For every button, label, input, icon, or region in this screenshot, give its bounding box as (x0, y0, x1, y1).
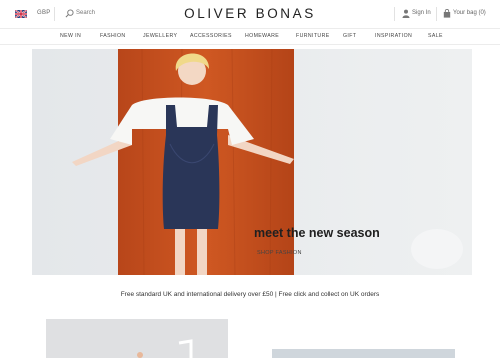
delivery-banner[interactable]: Free standard UK and international deliv… (0, 291, 500, 298)
nav-item-homeware[interactable]: HOMEWARE (245, 33, 279, 39)
hero-shop-link[interactable]: SHOP FASHION (257, 250, 302, 256)
nav-divider (0, 44, 500, 45)
nav-item-gift[interactable]: GIFT (343, 33, 356, 39)
sign-in-link[interactable]: Sign In (412, 10, 431, 16)
hero-image (32, 49, 472, 275)
divider (394, 7, 395, 21)
nav-item-inspiration[interactable]: INSPIRATION (375, 33, 412, 39)
nav-item-jewellery[interactable]: JEWELLERY (143, 33, 177, 39)
user-icon[interactable] (402, 9, 410, 18)
main-nav: NEW IN FASHION JEWELLERY ACCESSORIES HOM… (0, 30, 500, 44)
nav-item-sale[interactable]: SALE (428, 33, 443, 39)
promo-tile-left[interactable] (46, 319, 228, 358)
bag-link[interactable]: Your bag (0) (453, 10, 486, 16)
nav-item-fashion[interactable]: FASHION (100, 33, 126, 39)
hero-banner[interactable]: meet the new season SHOP FASHION (32, 49, 472, 275)
header-divider (0, 28, 500, 29)
hero-title[interactable]: meet the new season (254, 226, 380, 240)
nav-item-furniture[interactable]: FURNITURE (296, 33, 330, 39)
promo-image-left (46, 319, 228, 358)
promo-tile-right[interactable] (272, 349, 455, 358)
nav-item-new-in[interactable]: NEW IN (60, 33, 81, 39)
top-bar: GBP Search OLIVER BONAS Sign In Your bag… (0, 0, 500, 28)
nav-item-accessories[interactable]: ACCESSORIES (190, 33, 232, 39)
divider (436, 7, 437, 21)
shopping-bag-icon[interactable] (443, 9, 451, 18)
